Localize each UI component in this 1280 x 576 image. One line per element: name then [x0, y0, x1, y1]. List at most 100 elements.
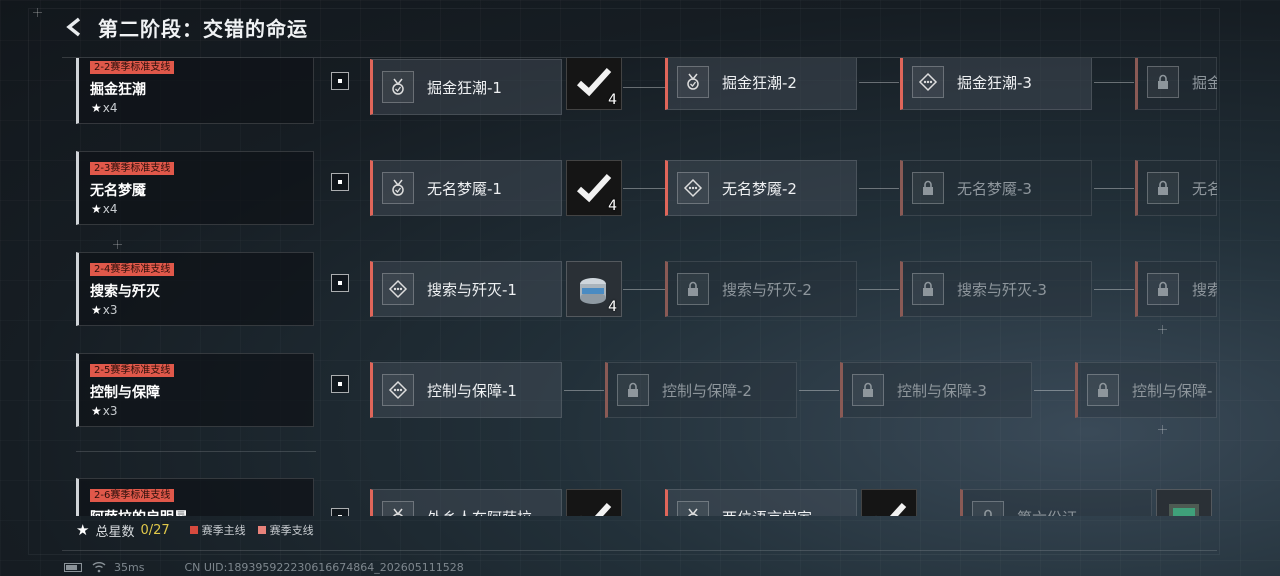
chapter-node [331, 173, 349, 191]
star-icon: ★ [76, 521, 90, 539]
medal-icon [382, 501, 414, 516]
divider [76, 451, 316, 452]
wifi-icon [92, 562, 106, 573]
chapter-name: 搜索与歼灭 [90, 284, 160, 300]
chapter-row: 2-6赛季标准支线 阿萨拉的启明星 外乡人在阿萨拉 两位语言学家 第六份证 [62, 478, 1217, 516]
chapter-stars: ★x4 [91, 202, 118, 216]
reward-item[interactable]: 4 [566, 58, 622, 110]
stage-label: 掘金 [1192, 73, 1217, 92]
back-arrow-icon [66, 17, 81, 37]
star-count: x3 [102, 404, 118, 418]
stage-card[interactable]: 掘金狂潮-2 [665, 58, 857, 110]
reward-count: 4 [608, 299, 617, 315]
connector [564, 390, 604, 391]
diamond-dots-icon [912, 66, 944, 98]
chapter-tag: 2-2赛季标准支线 [90, 61, 175, 74]
chapter-row: 2-2赛季标准支线 掘金狂潮 ★x4 掘金狂潮-1 4 掘金狂潮-2 掘金狂潮-… [62, 58, 1217, 130]
chapter-name: 掘金狂潮 [90, 82, 146, 98]
medal-icon [677, 66, 709, 98]
legend-side-label: 赛季支线 [269, 524, 314, 537]
chapter-list[interactable]: 2-2赛季标准支线 掘金狂潮 ★x4 掘金狂潮-1 4 掘金狂潮-2 掘金狂潮-… [62, 58, 1217, 516]
stage-card-locked[interactable]: 搜索 [1135, 261, 1217, 317]
chapter-stars: ★x3 [91, 404, 118, 418]
chapter-node [331, 508, 349, 516]
stage-card-locked[interactable]: 搜索与歼灭-2 [665, 261, 857, 317]
back-button[interactable] [62, 14, 88, 40]
star-summary: ★ 总星数 0/27 赛季主线 赛季支线 [76, 518, 314, 542]
stage-card[interactable]: 外乡人在阿萨拉 [370, 489, 562, 516]
stage-card[interactable]: 无名梦魇-2 [665, 160, 857, 216]
reward-item[interactable] [1156, 489, 1212, 516]
stage-label: 外乡人在阿萨拉 [427, 507, 532, 517]
connector [859, 188, 899, 189]
stage-label: 掘金狂潮-2 [722, 73, 797, 92]
lock-icon [972, 501, 1004, 516]
stage-label: 控制与保障-3 [897, 381, 987, 400]
stage-card[interactable]: 掘金狂潮-1 [370, 59, 562, 115]
chapter-row: 2-4赛季标准支线 搜索与歼灭 ★x3 搜索与歼灭-1 4 搜索与歼灭-2 搜索… [62, 252, 1217, 332]
legend-side-swatch [257, 526, 266, 534]
connector [1094, 188, 1134, 189]
connector [1094, 82, 1134, 83]
chapter-card[interactable]: 2-5赛季标准支线 控制与保障 ★x3 [76, 353, 314, 427]
stage-card[interactable]: 控制与保障-1 [370, 362, 562, 418]
ping-value: 35ms [114, 560, 145, 574]
user-uid: CN UID:1893959222306166748​64_2026051115… [184, 560, 464, 574]
stage-label: 无名梦魇-1 [427, 179, 502, 198]
stage-label: 搜索与歼灭-2 [722, 280, 812, 299]
divider [62, 550, 1217, 551]
stage-card-locked[interactable]: 无名 [1135, 160, 1217, 216]
chapter-card[interactable]: 2-2赛季标准支线 掘金狂潮 ★x4 [76, 58, 314, 124]
stage-card[interactable]: 掘金狂潮-3 [900, 58, 1092, 110]
chapter-card[interactable]: 2-6赛季标准支线 阿萨拉的启明星 [76, 478, 314, 516]
stage-card-locked[interactable]: 第六份证 [960, 489, 1152, 516]
connector [799, 390, 839, 391]
total-stars-value: 0/27 [140, 522, 170, 538]
medal-icon [382, 71, 414, 103]
stage-label: 搜索 [1192, 280, 1217, 299]
chapter-row: 2-3赛季标准支线 无名梦魇 ★x4 无名梦魇-1 4 无名梦魇-2 无名梦魇-… [62, 151, 1217, 231]
lock-icon [1147, 66, 1179, 98]
lock-icon [1147, 273, 1179, 305]
legend-main-label: 赛季主线 [201, 524, 246, 537]
connector [623, 87, 665, 88]
lock-icon [912, 273, 944, 305]
stage-label: 第六份证 [1017, 507, 1077, 517]
diamond-dots-icon [382, 374, 414, 406]
stage-card[interactable]: 无名梦魇-1 [370, 160, 562, 216]
reward-count: 4 [608, 92, 617, 108]
stage-label: 掘金狂潮-1 [427, 78, 502, 97]
reward-item[interactable] [566, 489, 622, 516]
stage-label: 搜索与歼灭-3 [957, 280, 1047, 299]
stage-card-locked[interactable]: 控制与保障-3 [840, 362, 1032, 418]
stage-card[interactable]: 两位语言学家 [665, 489, 857, 516]
stage-card-locked[interactable]: 搜索与歼灭-3 [900, 261, 1092, 317]
lock-icon [677, 273, 709, 305]
stage-card-locked[interactable]: 控制与保障-2 [605, 362, 797, 418]
stage-card-locked[interactable]: 掘金 [1135, 58, 1217, 110]
stage-label: 控制与保障-2 [662, 381, 752, 400]
star-count: x4 [102, 202, 118, 216]
stage-card-locked[interactable]: 无名梦魇-3 [900, 160, 1092, 216]
reward-item[interactable]: 4 [566, 160, 622, 216]
reward-item[interactable] [861, 489, 917, 516]
chapter-node [331, 375, 349, 393]
chapter-card[interactable]: 2-3赛季标准支线 无名梦魇 ★x4 [76, 151, 314, 225]
stage-label: 搜索与歼灭-1 [427, 280, 517, 299]
stage-label: 无名 [1192, 179, 1217, 198]
star-icon: ★ [91, 404, 102, 418]
reward-item[interactable]: 4 [566, 261, 622, 317]
stage-card[interactable]: 搜索与歼灭-1 [370, 261, 562, 317]
connector [623, 289, 665, 290]
chapter-card[interactable]: 2-4赛季标准支线 搜索与歼灭 ★x3 [76, 252, 314, 326]
chapter-tag: 2-3赛季标准支线 [90, 162, 175, 175]
chapter-stars: ★x3 [91, 303, 118, 317]
stage-label: 控制与保障- [1132, 381, 1213, 400]
status-bar: 35ms CN UID:1893959222306166748​64_20260… [64, 560, 464, 574]
chapter-tag: 2-4赛季标准支线 [90, 263, 175, 276]
reward-count: 4 [608, 198, 617, 214]
connector [1094, 289, 1134, 290]
lock-icon [617, 374, 649, 406]
supply-item-icon [1169, 504, 1199, 516]
stage-card-locked[interactable]: 控制与保障- [1075, 362, 1217, 418]
